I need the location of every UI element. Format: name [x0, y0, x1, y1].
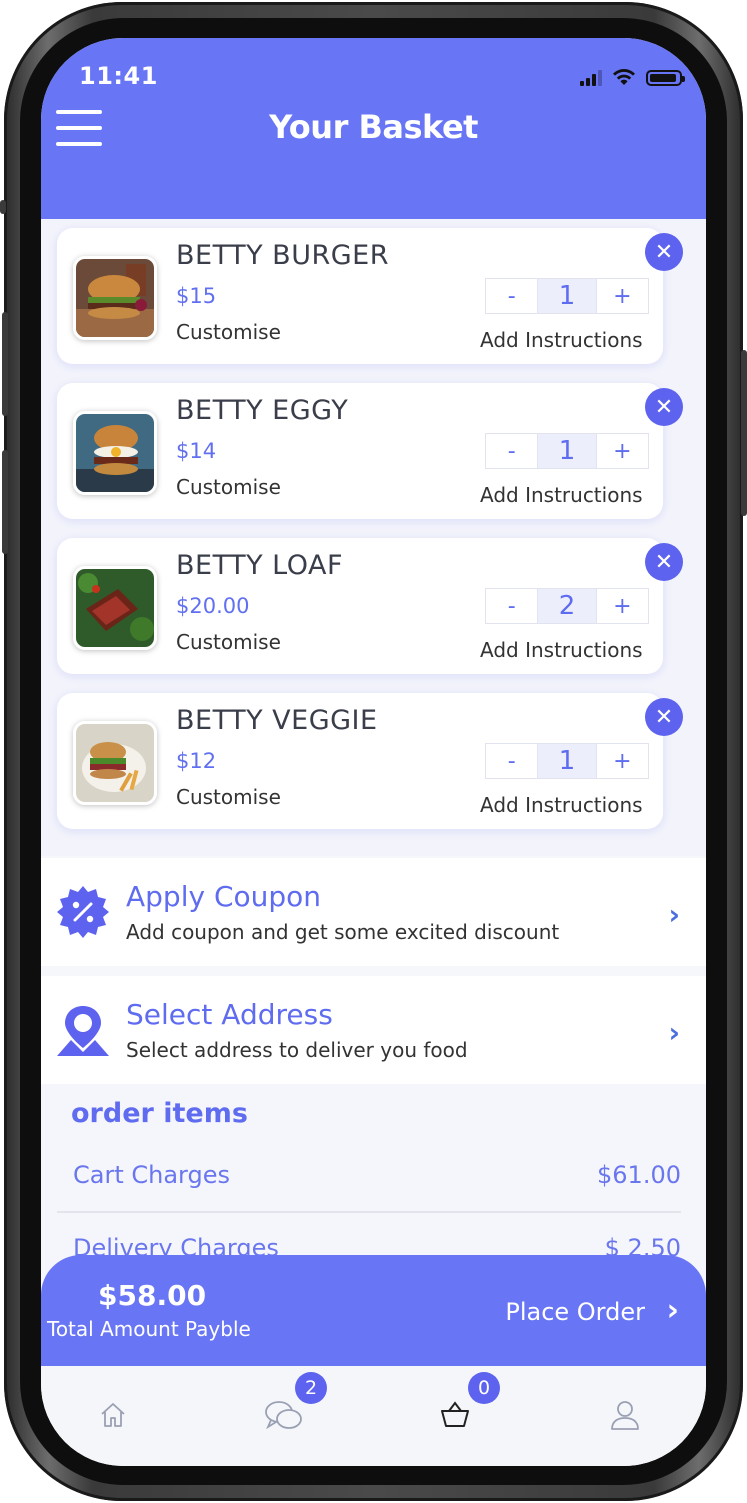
steak-image — [73, 566, 157, 650]
increase-quantity-button[interactable]: + — [597, 279, 648, 313]
app-header: 11:41 Your Basket — [41, 38, 706, 219]
decrease-quantity-button[interactable]: - — [486, 279, 537, 313]
basket-icon — [441, 1401, 469, 1427]
decrease-quantity-button[interactable]: - — [486, 744, 537, 778]
quantity-stepper: - 1 + — [485, 743, 649, 779]
total-amount-label: Total Amount Payble — [47, 1317, 251, 1341]
quantity-value: 1 — [537, 434, 597, 468]
checkout-bar: $58.00 Total Amount Payble Place Order › — [41, 1255, 706, 1366]
remove-item-close-icon[interactable]: ✕ — [645, 698, 683, 736]
wifi-icon — [613, 69, 635, 85]
select-address-row[interactable]: Select Address Select address to deliver… — [41, 976, 706, 1084]
tab-profile[interactable] — [600, 1390, 650, 1440]
summary-divider — [57, 1211, 681, 1213]
place-order-button[interactable]: Place Order › — [505, 1293, 679, 1328]
silent-switch — [0, 200, 6, 214]
quantity-stepper: - 2 + — [485, 588, 649, 624]
customise-link[interactable]: Customise — [176, 630, 281, 654]
page-title: Your Basket — [269, 108, 478, 146]
coupon-discount-icon — [57, 886, 109, 938]
volume-down-button — [2, 450, 8, 554]
chevron-right-icon: › — [666, 1293, 679, 1328]
quantity-value: 1 — [537, 279, 597, 313]
customise-link[interactable]: Customise — [176, 785, 281, 809]
add-instructions-link[interactable]: Add Instructions — [480, 793, 643, 817]
add-instructions-link[interactable]: Add Instructions — [480, 483, 643, 507]
item-name: BETTY VEGGIE — [176, 705, 378, 736]
cart-item-card: BETTY VEGGIE $12 Customise - 1 + Add Ins… — [57, 693, 663, 829]
select-address-title: Select Address — [126, 998, 333, 1031]
cart-item-card: BETTY LOAF $20.00 Customise - 2 + Add In… — [57, 538, 663, 674]
add-instructions-link[interactable]: Add Instructions — [480, 328, 643, 352]
cart-item-list: BETTY BURGER $15 Customise - 1 + Add Ins… — [41, 219, 706, 856]
increase-quantity-button[interactable]: + — [597, 744, 648, 778]
summary-line-label: Cart Charges — [73, 1161, 230, 1189]
app-screen: 11:41 Your Basket BETTY BURGER $15 Custo… — [41, 38, 706, 1466]
cellular-signal-icon — [580, 70, 602, 86]
item-price: $15 — [176, 284, 217, 308]
summary-line: Cart Charges $61.00 — [73, 1161, 681, 1189]
select-address-subtitle: Select address to deliver you food — [126, 1038, 468, 1062]
cart-item-card: BETTY BURGER $15 Customise - 1 + Add Ins… — [57, 228, 663, 364]
increase-quantity-button[interactable]: + — [597, 589, 648, 623]
status-icons — [580, 68, 685, 86]
remove-item-close-icon[interactable]: ✕ — [645, 233, 683, 271]
chat-count-badge: 2 — [295, 1372, 327, 1404]
quantity-stepper: - 1 + — [485, 433, 649, 469]
increase-quantity-button[interactable]: + — [597, 434, 648, 468]
status-time: 11:41 — [79, 62, 158, 90]
place-order-label: Place Order — [505, 1298, 645, 1326]
apply-coupon-title: Apply Coupon — [126, 880, 322, 913]
chat-icon — [265, 1401, 302, 1430]
location-pin-icon — [57, 1006, 109, 1056]
burger-image — [73, 256, 157, 340]
veggie-burger-image — [73, 721, 157, 805]
decrease-quantity-button[interactable]: - — [486, 589, 537, 623]
add-instructions-link[interactable]: Add Instructions — [480, 638, 643, 662]
bottom-tab-bar: 2 0 — [41, 1366, 706, 1466]
remove-item-close-icon[interactable]: ✕ — [645, 388, 683, 426]
customise-link[interactable]: Customise — [176, 475, 281, 499]
apply-coupon-subtitle: Add coupon and get some excited discount — [126, 920, 560, 944]
summary-line-value: $61.00 — [597, 1161, 681, 1189]
customise-link[interactable]: Customise — [176, 320, 281, 344]
item-price: $20.00 — [176, 594, 250, 618]
item-price: $14 — [176, 439, 217, 463]
order-items-heading: order items — [71, 1098, 248, 1129]
battery-icon — [646, 70, 685, 86]
item-price: $12 — [176, 749, 217, 773]
volume-up-button — [2, 312, 8, 416]
quantity-value: 2 — [537, 589, 597, 623]
cart-item-card: BETTY EGGY $14 Customise - 1 + Add Instr… — [57, 383, 663, 519]
user-icon — [611, 1401, 639, 1430]
burger-image — [73, 411, 157, 495]
quantity-stepper: - 1 + — [485, 278, 649, 314]
power-button — [741, 350, 747, 516]
apply-coupon-row[interactable]: Apply Coupon Add coupon and get some exc… — [41, 858, 706, 966]
total-amount: $58.00 — [98, 1279, 207, 1312]
item-name: BETTY LOAF — [176, 550, 344, 581]
item-name: BETTY EGGY — [176, 395, 349, 426]
item-name: BETTY BURGER — [176, 240, 389, 271]
quantity-value: 1 — [537, 744, 597, 778]
decrease-quantity-button[interactable]: - — [486, 434, 537, 468]
remove-item-close-icon[interactable]: ✕ — [645, 543, 683, 581]
chevron-right-icon: › — [668, 1016, 680, 1049]
basket-count-badge: 0 — [468, 1372, 500, 1404]
home-icon — [101, 1403, 125, 1427]
chevron-right-icon: › — [668, 898, 680, 931]
tab-home[interactable] — [88, 1390, 138, 1440]
